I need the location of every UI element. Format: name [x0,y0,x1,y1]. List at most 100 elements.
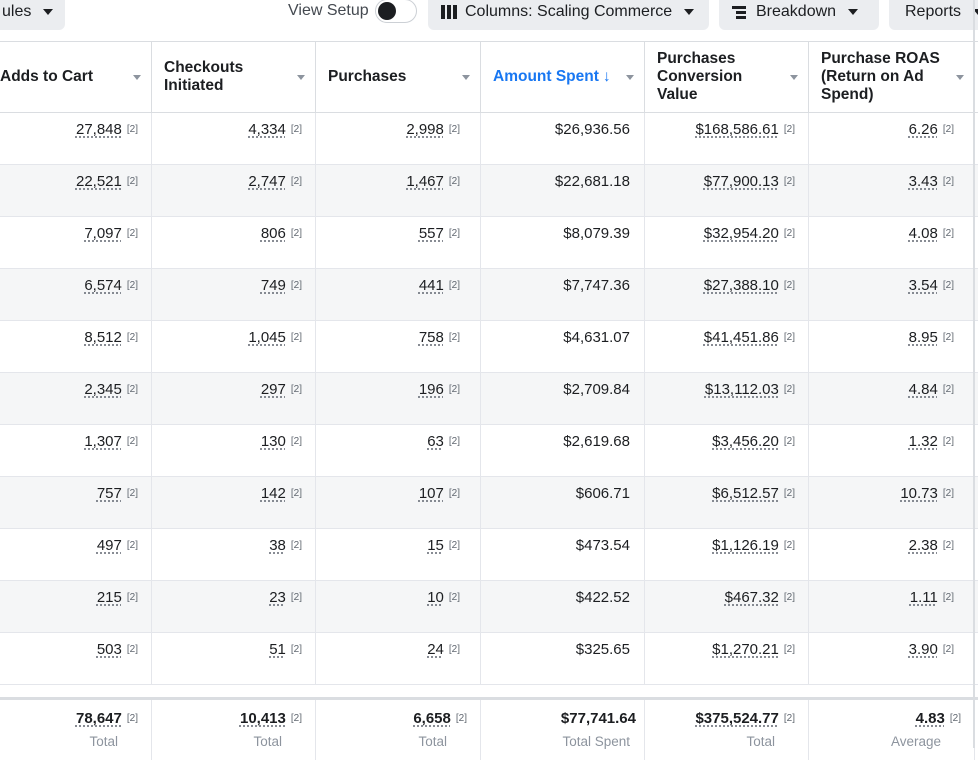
table-cell-amount-spent: $2,709.84 [481,373,645,424]
cell-value[interactable]: 63 [427,433,444,450]
cell-value[interactable]: 196 [419,381,444,398]
cell-value[interactable]: 4.84 [909,381,938,398]
cell-value[interactable]: 6.26 [909,121,938,138]
cell-value[interactable]: 1,307 [84,433,122,450]
cell-value[interactable]: 3.90 [909,641,938,658]
footnote-marker: [2] [783,488,795,499]
reports-button[interactable]: Reports [889,0,978,30]
footnote-marker: [2] [448,488,460,499]
cell-value[interactable]: 2.38 [909,537,938,554]
cell-value[interactable]: 441 [419,277,444,294]
total-cell-amount-spent: $77,741.64 Total Spent [481,700,645,760]
table-cell-amount-spent: $325.65 [481,633,645,684]
cell-value[interactable]: 38 [269,537,286,554]
cell-value[interactable]: 27,848 [76,121,122,138]
table-cell-purchase-roas: 1.32 [2] [809,425,975,476]
cell-value[interactable]: $1,270.21 [712,641,779,658]
total-value[interactable]: 78,647 [76,710,122,727]
cell-value[interactable]: 1,045 [248,329,286,346]
column-header-adds-to-cart[interactable]: Adds to Cart [0,42,152,112]
cell-value[interactable]: $467.32 [725,589,779,606]
cell-value[interactable]: $168,586.61 [695,121,778,138]
breakdown-button[interactable]: Breakdown [719,0,879,30]
cell-value[interactable]: 2,747 [248,173,286,190]
cell-value[interactable]: 806 [261,225,286,242]
cell-value[interactable]: $13,112.03 [705,381,779,398]
cell-value[interactable]: 503 [97,641,122,658]
cell-value[interactable]: 557 [419,225,444,242]
cell-value[interactable]: $77,900.13 [704,173,779,190]
view-setup-toggle[interactable] [375,0,417,23]
footnote-marker: [2] [290,228,302,239]
cell-value[interactable]: $1,126.19 [712,537,779,554]
chevron-down-icon[interactable] [626,75,634,80]
cell-value[interactable]: 23 [269,589,286,606]
rules-button[interactable]: ules [0,0,65,30]
chevron-down-icon[interactable] [790,75,798,80]
chevron-down-icon[interactable] [297,75,305,80]
cell-value[interactable]: 51 [269,641,286,658]
cell-value[interactable]: 4.08 [909,225,938,242]
cell-value[interactable]: 8,512 [84,329,122,346]
cell-value[interactable]: 8.95 [909,329,938,346]
cell-value[interactable]: 10.73 [900,485,938,502]
cell-value[interactable]: 1.11 [910,589,938,606]
table-cell-purchases-conversion-value: $6,512.57 [2] [645,477,809,528]
table-cell-amount-spent: $26,936.56 [481,113,645,164]
total-value[interactable]: 4.83 [916,710,945,727]
cell-value[interactable]: $32,954.20 [704,225,779,242]
chevron-down-icon[interactable] [133,75,141,80]
cell-value[interactable]: 6,574 [84,277,122,294]
total-value[interactable]: 10,413 [240,710,286,727]
column-header-purchases-conversion-value[interactable]: Purchases Conversion Value [645,42,809,112]
cell-value[interactable]: 24 [427,641,444,658]
footnote-marker: [2] [448,644,460,655]
total-value[interactable]: 6,658 [413,710,451,727]
cell-value[interactable]: 15 [427,537,444,554]
column-header-amount-spent[interactable]: Amount Spent ↓ [481,42,645,112]
chevron-down-icon[interactable] [956,75,964,80]
cell-value[interactable]: 130 [261,433,286,450]
table-row: 757 [2] 142 [2] 107 [2] $606.71 $6,512.57 [2] 10.… [0,477,978,529]
cell-value[interactable]: $3,456.20 [712,433,779,450]
table-cell-checkouts-initiated: 23 [2] [152,581,316,632]
column-header-purchase-roas[interactable]: Purchase ROAS (Return on Ad Spend) [809,42,975,112]
cell-value[interactable]: 3.43 [909,173,938,190]
cell-value[interactable]: 749 [261,277,286,294]
table-cell-purchases: 1,467 [2] [316,165,481,216]
cell-value[interactable]: 2,345 [84,381,122,398]
cell-value[interactable]: 3.54 [909,277,938,294]
column-header-checkouts-initiated[interactable]: Checkouts Initiated [152,42,316,112]
cell-value[interactable]: $41,451.86 [704,329,779,346]
cell-value[interactable]: $6,512.57 [712,485,779,502]
cell-value[interactable]: 758 [419,329,444,346]
footnote-marker: [2] [126,436,138,447]
cell-value[interactable]: 142 [261,485,286,502]
chevron-down-icon[interactable] [462,75,470,80]
cell-value[interactable]: 4,334 [248,121,286,138]
cell-value[interactable]: 10 [427,589,444,606]
cell-value[interactable]: 7,097 [84,225,122,242]
footnote-marker: [2] [783,228,795,239]
table-cell-checkouts-initiated: 297 [2] [152,373,316,424]
table-cell-adds-to-cart: 6,574 [2] [0,269,152,320]
columns-button[interactable]: Columns: Scaling Commerce [428,0,709,30]
cell-value[interactable]: 22,521 [76,173,122,190]
view-setup-label: View Setup [288,2,369,19]
cell-value: $26,936.56 [554,121,630,138]
column-header-purchases[interactable]: Purchases [316,42,481,112]
cell-value[interactable]: 1,467 [406,173,444,190]
cell-value[interactable]: 1.32 [909,433,938,450]
table-cell-checkouts-initiated: 749 [2] [152,269,316,320]
table-cell-purchases: 196 [2] [316,373,481,424]
column-header-label: Purchases [328,68,407,85]
cell-value[interactable]: 757 [97,485,122,502]
cell-value[interactable]: $27,388.10 [704,277,779,294]
cell-value[interactable]: 297 [261,381,286,398]
cell-value[interactable]: 215 [97,589,122,606]
cell-value[interactable]: 107 [419,485,444,502]
cell-value[interactable]: 2,998 [406,121,444,138]
cell-value[interactable]: 497 [97,537,122,554]
table-cell-adds-to-cart: 215 [2] [0,581,152,632]
total-value[interactable]: $375,524.77 [695,710,778,727]
